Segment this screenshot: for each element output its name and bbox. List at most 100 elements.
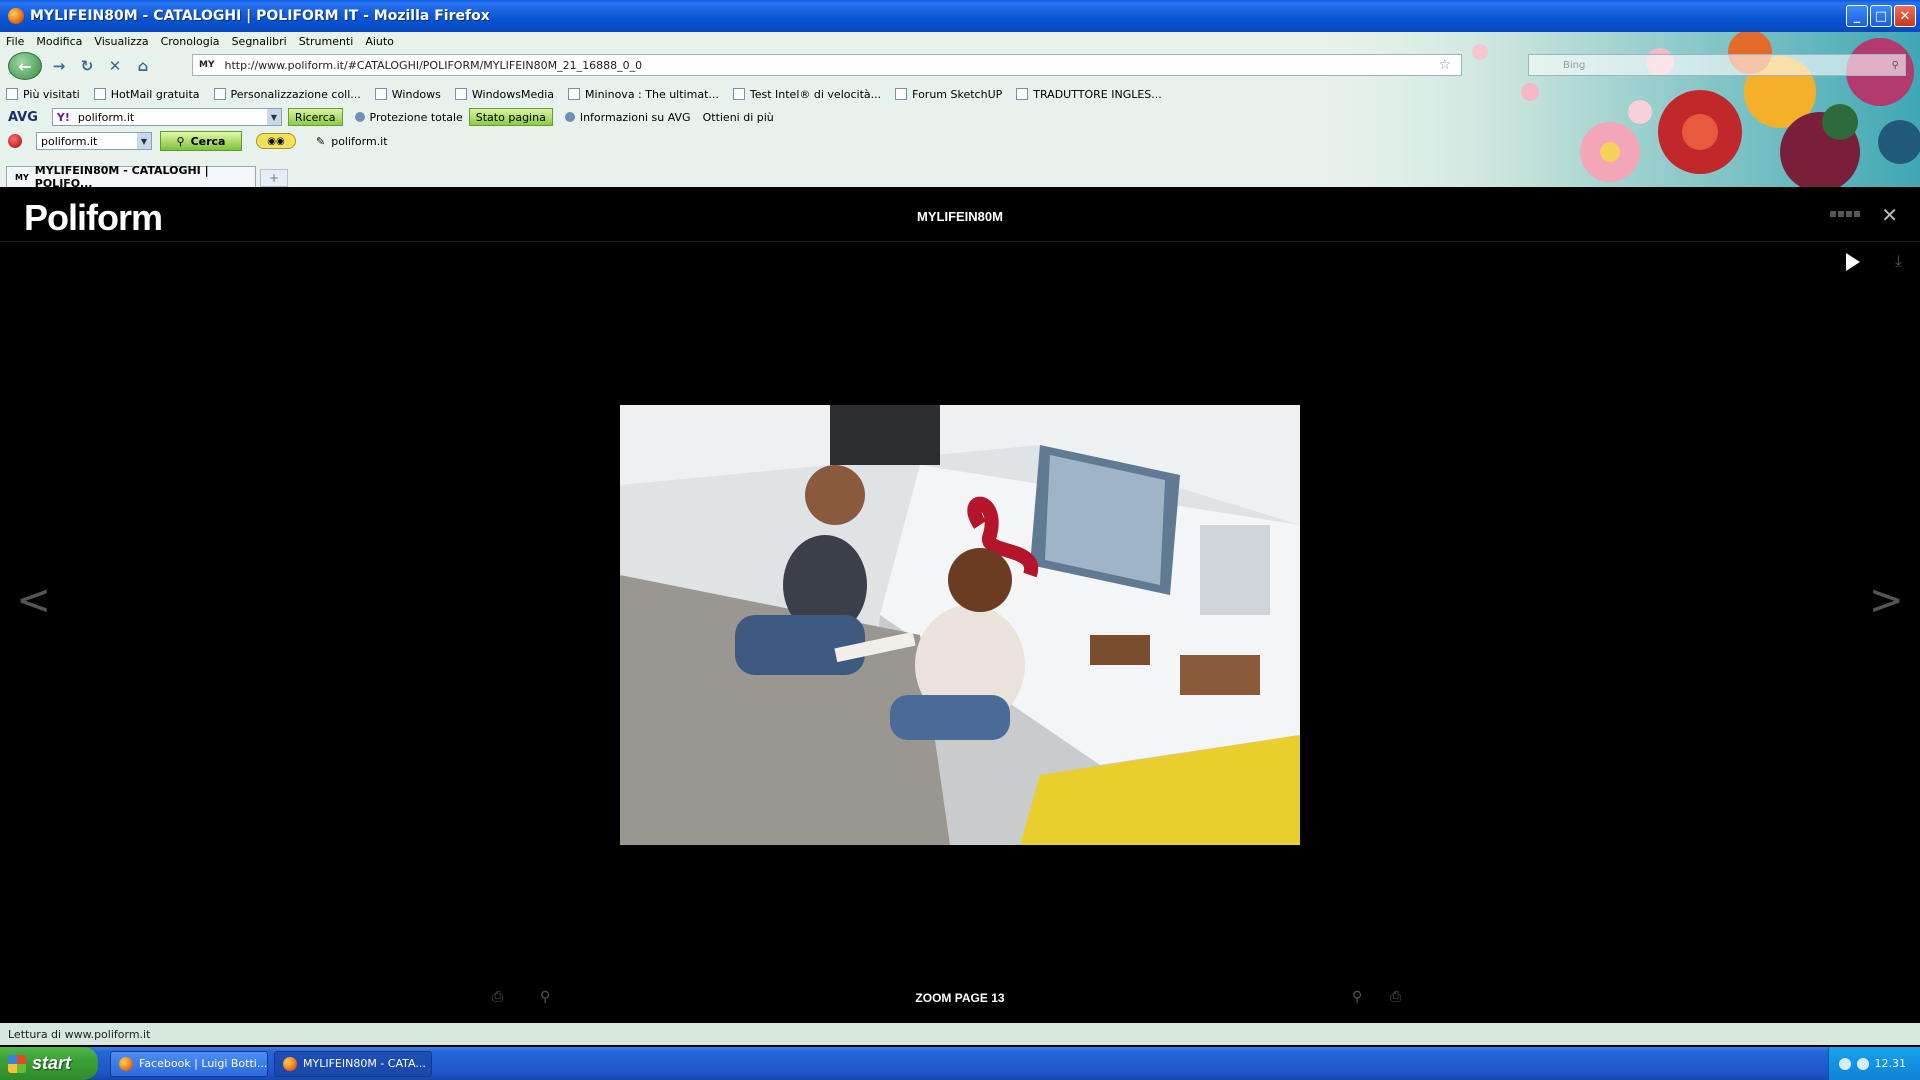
status-text: Lettura di www.poliform.it: [8, 1027, 151, 1041]
minimize-button[interactable]: _: [1846, 5, 1868, 27]
menu-segnalibri[interactable]: Segnalibri: [232, 35, 287, 48]
sketchup-icon: [895, 88, 908, 100]
informazioni-avg-item[interactable]: Informazioni su AVG: [564, 111, 691, 124]
tab-mylifein80m[interactable]: MY MYLIFEIN80M - CATALOGHI | POLIFO...: [6, 164, 256, 187]
toolbar-menu-icon[interactable]: [8, 134, 22, 148]
avg-search-input[interactable]: Y! poliform.it ▼: [51, 108, 282, 126]
play-slideshow-button[interactable]: [1846, 253, 1860, 271]
menu-visualizza[interactable]: Visualizza: [94, 35, 148, 48]
bookmark-mininova[interactable]: Mininova : The ultimat...: [568, 88, 719, 101]
menu-aiuto[interactable]: Aiuto: [365, 35, 394, 48]
system-tray: 12.31: [1828, 1047, 1920, 1080]
network-icon[interactable]: [1838, 1057, 1851, 1070]
bookmark-star-icon[interactable]: ☆: [1438, 57, 1451, 73]
new-tab-button[interactable]: +: [260, 169, 288, 187]
msn-m-icon: [213, 88, 226, 100]
back-arrow-icon: ←: [18, 56, 32, 76]
magnifier-icon: ⚲: [176, 134, 185, 148]
msn-icon: [93, 88, 106, 100]
stop-icon: ✕: [108, 57, 122, 75]
page-icon: [454, 88, 467, 100]
catalog-title: MYLIFEIN80M: [917, 209, 1003, 224]
protezione-totale-item[interactable]: Protezione totale: [354, 111, 463, 124]
forward-button[interactable]: →: [48, 55, 70, 77]
stop-button[interactable]: ✕: [104, 55, 126, 77]
catalog-page-image[interactable]: [620, 405, 1300, 845]
highlight-icon: ✎: [316, 134, 326, 148]
yahoo-search-input[interactable]: poliform.it ▼: [36, 132, 152, 150]
site-link[interactable]: ✎ poliform.it: [316, 135, 388, 148]
next-page-button[interactable]: >: [1869, 575, 1904, 624]
firefox-icon: [8, 8, 24, 24]
navigation-toolbar: ← → ↻ ✕ ⌂ MY http://www.poliform.it/#CAT…: [0, 50, 1920, 82]
menu-cronologia[interactable]: Cronologia: [161, 35, 220, 48]
close-window-button[interactable]: ✕: [1894, 5, 1916, 27]
taskbar-item-facebook[interactable]: Facebook | Luigi Botti...: [110, 1050, 268, 1077]
cerca-button[interactable]: ⚲ Cerca: [160, 131, 242, 151]
address-bar[interactable]: MY http://www.poliform.it/#CATALOGHI/POL…: [192, 54, 1462, 76]
page-icon: [374, 88, 387, 100]
search-icon[interactable]: ⚲: [1892, 60, 1899, 71]
avg-toolbar: AVG Y! poliform.it ▼ Ricerca Protezione …: [0, 106, 774, 128]
windows-taskbar: start Facebook | Luigi Botti... MYLIFEIN…: [0, 1047, 1920, 1080]
menu-bar: File Modifica Visualizza Cronologia Segn…: [0, 32, 406, 50]
reload-button[interactable]: ↻: [76, 55, 98, 77]
url-text[interactable]: http://www.poliform.it/#CATALOGHI/POLIFO…: [224, 59, 642, 72]
shield-icon: [354, 112, 365, 122]
search-input[interactable]: Bing ⚲: [1528, 54, 1906, 76]
yahoo-icon: Y!: [56, 110, 70, 124]
globe-icon: [564, 112, 575, 122]
yahoo-toolbar: poliform.it ▼ ⚲ Cerca ◉◉ ✎ poliform.it: [0, 130, 388, 152]
window-titlebar: MYLIFEIN80M - CATALOGHI | POLIFORM IT - …: [0, 0, 1920, 32]
close-viewer-button[interactable]: ✕: [1881, 203, 1898, 227]
bookmark-piu-visitati[interactable]: Più visitati: [6, 88, 80, 101]
ricerca-button[interactable]: Ricerca: [287, 108, 343, 126]
status-bar: Lettura di www.poliform.it: [0, 1023, 1920, 1045]
bookmark-folder-icon: [6, 88, 18, 100]
search-placeholder: Bing: [1563, 59, 1586, 71]
avg-tray-icon[interactable]: [1856, 1057, 1869, 1070]
bookmark-personalizzazione[interactable]: Personalizzazione coll...: [213, 88, 361, 101]
taskbar-item-mylifein80m[interactable]: MYLIFEIN80M - CATA...: [274, 1050, 432, 1077]
dropdown-arrow-icon[interactable]: ▼: [266, 109, 281, 125]
previous-page-button[interactable]: <: [16, 575, 51, 624]
mininova-icon: [568, 88, 581, 100]
windows-logo-icon: [8, 1054, 26, 1073]
bookmark-windows[interactable]: Windows: [374, 88, 441, 101]
forward-arrow-icon: →: [52, 57, 66, 75]
start-button[interactable]: start: [0, 1047, 98, 1080]
bookmarks-toolbar: Più visitati HotMail gratuita Personaliz…: [0, 84, 1176, 104]
window-title: MYLIFEIN80M - CATALOGHI | POLIFORM IT - …: [30, 8, 490, 24]
tab-label: MYLIFEIN80M - CATALOGHI | POLIFO...: [34, 164, 209, 187]
goggles-icon[interactable]: ◉◉: [256, 133, 296, 149]
clock[interactable]: 12.31: [1875, 1057, 1907, 1070]
menu-file[interactable]: File: [6, 35, 24, 48]
site-favicon: MY: [199, 60, 215, 70]
reload-icon: ↻: [80, 57, 94, 75]
browser-chrome: File Modifica Visualizza Cronologia Segn…: [0, 32, 1920, 187]
bookmark-test-intel[interactable]: Test Intel® di velocità...: [732, 88, 881, 101]
tab-strip: MY MYLIFEIN80M - CATALOGHI | POLIFO... +: [0, 164, 288, 187]
intel-icon: [732, 88, 745, 100]
download-icon[interactable]: ⤓: [1895, 251, 1902, 271]
bookmark-traduttore[interactable]: TRADUTTORE INGLES...: [1016, 88, 1162, 101]
bookmark-windowsmedia[interactable]: WindowsMedia: [454, 88, 554, 101]
avg-logo[interactable]: AVG: [8, 110, 38, 125]
zoom-icon[interactable]: ⚲: [1352, 989, 1362, 1005]
catalog-viewer: Poliform MYLIFEIN80M ✕ ⤓ < > ⎙ ⚲ ZOOM PA…: [0, 187, 1920, 1023]
ottieni-di-piu-item[interactable]: Ottieni di più: [703, 111, 774, 124]
menu-strumenti[interactable]: Strumenti: [299, 35, 354, 48]
home-button[interactable]: ⌂: [132, 55, 154, 77]
zoom-page-label[interactable]: ZOOM PAGE 13: [0, 991, 1920, 1005]
bookmark-forum-sketchup[interactable]: Forum SketchUP: [895, 88, 1002, 101]
bookmark-hotmail[interactable]: HotMail gratuita: [93, 88, 200, 101]
back-button[interactable]: ←: [8, 52, 42, 80]
tab-favicon: MY: [15, 172, 29, 182]
menu-modifica[interactable]: Modifica: [36, 35, 82, 48]
dropdown-arrow-icon[interactable]: ▼: [137, 133, 151, 149]
header-divider: [0, 241, 1920, 242]
view-mode-icon[interactable]: [1830, 211, 1860, 217]
stato-pagina-button[interactable]: Stato pagina: [468, 108, 553, 126]
print-icon[interactable]: ⎙: [1390, 989, 1401, 1005]
maximize-button[interactable]: □: [1870, 5, 1892, 27]
